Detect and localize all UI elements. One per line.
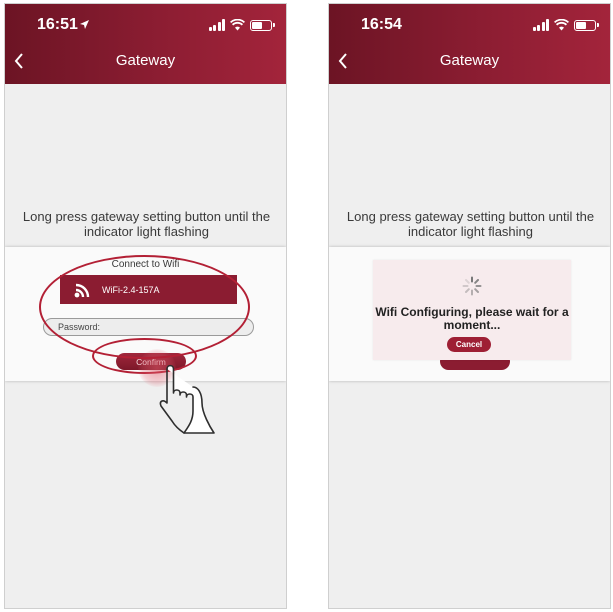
cellular-signal-icon [532,19,549,31]
status-time: 16:54 [361,16,402,33]
cancel-button[interactable]: Cancel [447,337,491,352]
hand-pointer-icon [159,364,215,434]
wifi-icon [74,283,90,297]
cellular-signal-icon [208,19,225,31]
status-icons [208,16,275,34]
status-time: 16:51 [37,16,78,33]
instruction-text: Long press gateway setting button until … [346,209,595,239]
top-bar: 16:54 Gateway [329,4,610,84]
wifi-status-icon [230,19,245,31]
phone-screen-right: 16:54 Gateway Long press gateway setting… [328,3,611,609]
loading-spinner-icon [462,276,482,296]
progress-message: Wifi Configuring, please wait for a mome… [375,305,569,332]
instruction-text: Long press gateway setting button until … [22,209,271,239]
top-bar: 16:51 Gateway [5,4,286,84]
battery-icon [250,19,275,31]
page-title: Gateway [439,52,500,69]
progress-dialog: Wifi Configuring, please wait for a mome… [373,260,571,360]
sheet-title: Connect to Wifi [111,259,180,270]
phone-screen-left: 16:51 Gateway Long press gateway setting… [4,3,287,609]
connect-wifi-sheet: Wifi Configuring, please wait for a mome… [329,247,610,381]
status-icons [532,16,599,34]
wifi-status-icon [554,19,569,31]
location-arrow-icon [80,20,89,29]
page-title: Gateway [115,52,176,69]
password-input[interactable] [43,318,254,336]
wifi-network-selector[interactable]: WiFi-2.4-157A [60,275,237,304]
battery-icon [574,19,599,31]
wifi-network-name: WiFi-2.4-157A [102,284,160,295]
